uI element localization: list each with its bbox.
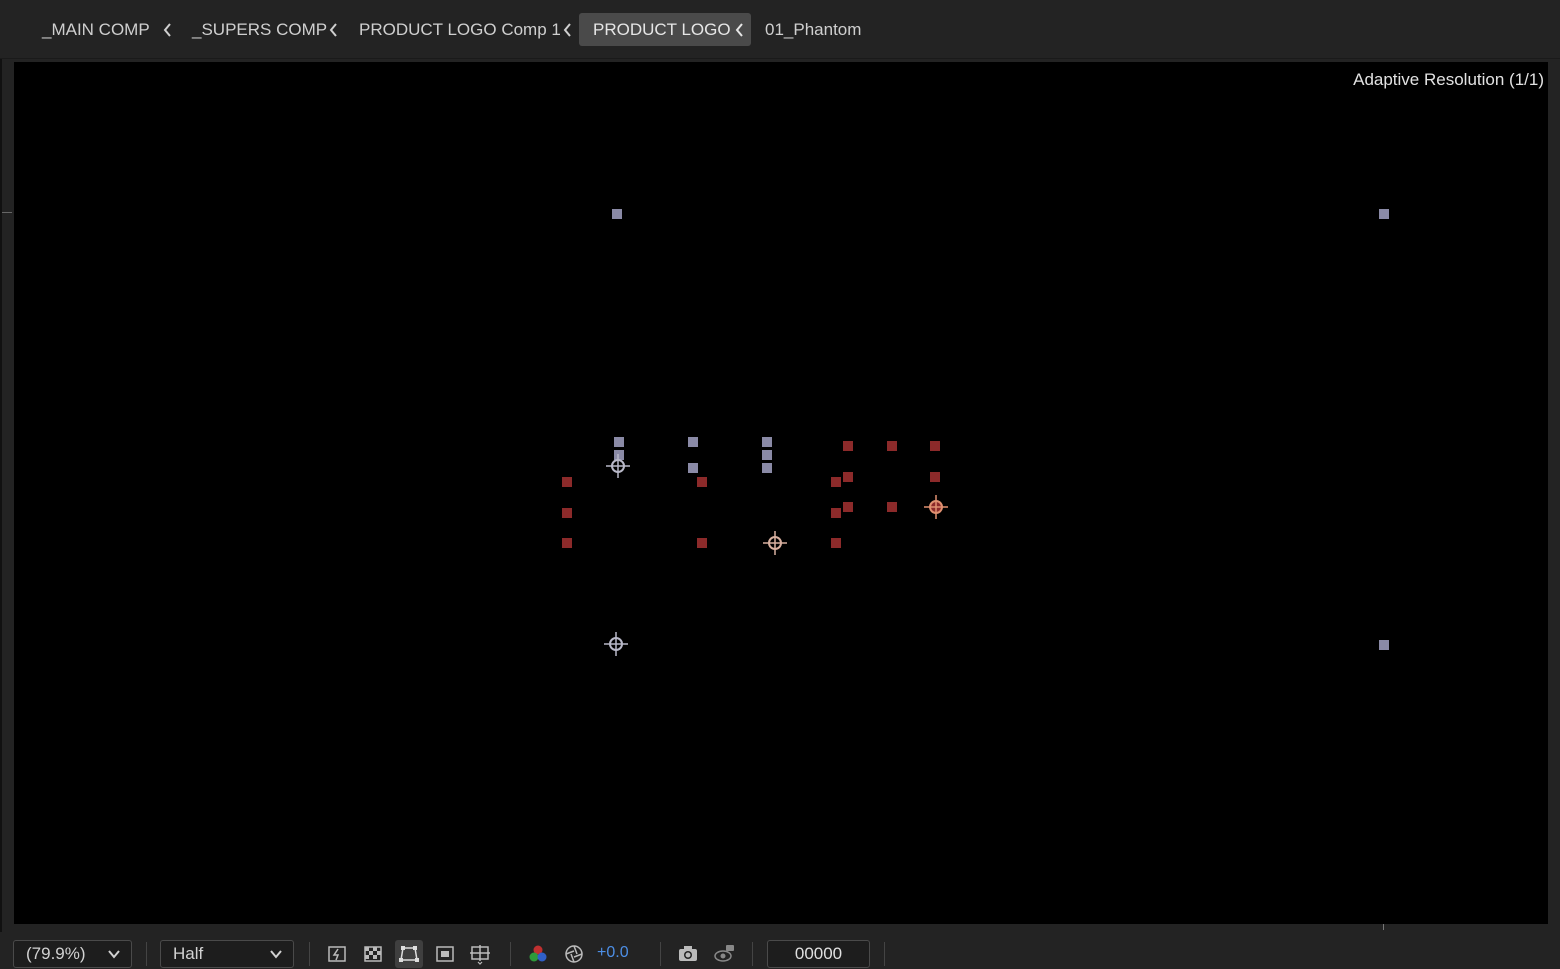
layer-handle[interactable]	[562, 508, 572, 518]
layer-handle[interactable]	[614, 437, 624, 447]
ruler-marker	[2, 212, 12, 213]
color-channels-icon[interactable]	[524, 940, 552, 968]
chevron-down-icon	[270, 950, 282, 959]
current-time-display[interactable]: 00000	[767, 940, 870, 968]
layer-handle[interactable]	[697, 538, 707, 548]
layer-handle[interactable]	[762, 450, 772, 460]
chevron-left-icon[interactable]	[730, 13, 750, 46]
layer-handle[interactable]	[831, 538, 841, 548]
panel-left-edge	[0, 0, 2, 969]
guides-icon[interactable]	[466, 940, 494, 968]
divider	[660, 942, 661, 966]
layer-handle[interactable]	[612, 209, 622, 219]
resolution-value: Half	[173, 944, 204, 963]
fast-preview-icon[interactable]	[323, 940, 351, 968]
adaptive-resolution-label: Adaptive Resolution (1/1)	[1353, 70, 1544, 89]
breadcrumb-product-logo[interactable]: PRODUCT LOGO	[579, 13, 751, 46]
layer-handle[interactable]	[843, 441, 853, 451]
anchor-point-icon[interactable]	[603, 631, 629, 657]
anchor-point-icon[interactable]	[762, 530, 788, 556]
color-management-icon[interactable]	[560, 940, 588, 968]
layer-handle[interactable]	[1379, 640, 1389, 650]
layer-handle[interactable]	[831, 477, 841, 487]
layer-handle[interactable]	[843, 502, 853, 512]
layer-handle[interactable]	[697, 477, 707, 487]
chevron-left-icon[interactable]	[324, 13, 344, 46]
layer-handle[interactable]	[762, 463, 772, 473]
magnification-dropdown[interactable]: (79.9%)	[13, 940, 132, 968]
breadcrumb-supers-comp[interactable]: _SUPERS COMP	[184, 13, 335, 46]
anchor-point-icon[interactable]	[605, 453, 631, 479]
chevron-left-icon[interactable]	[558, 13, 578, 46]
layer-handle[interactable]	[688, 463, 698, 473]
show-snapshot-icon[interactable]	[710, 940, 738, 968]
breadcrumb-product-logo-comp-1[interactable]: PRODUCT LOGO Comp 1	[351, 13, 569, 46]
layer-handle[interactable]	[831, 508, 841, 518]
layer-handle[interactable]	[562, 477, 572, 487]
layer-handle[interactable]	[1379, 209, 1389, 219]
chevron-left-icon[interactable]	[158, 13, 178, 46]
ruler-marker	[1383, 924, 1384, 930]
breadcrumb-main-comp[interactable]: _MAIN COMP	[34, 13, 158, 46]
divider	[309, 942, 310, 966]
transparency-grid-icon[interactable]	[359, 940, 387, 968]
composition-breadcrumb: _MAIN COMP _SUPERS COMP PRODUCT LOGO Com…	[0, 0, 1560, 59]
resolution-dropdown[interactable]: Half	[160, 940, 294, 968]
chevron-down-icon	[108, 950, 120, 959]
divider	[752, 942, 753, 966]
snapshot-camera-icon[interactable]	[674, 940, 702, 968]
breadcrumb-product-logo-label: PRODUCT LOGO	[593, 20, 731, 39]
layer-handle[interactable]	[688, 437, 698, 447]
magnification-value: (79.9%)	[26, 944, 86, 963]
divider	[146, 942, 147, 966]
layer-handle[interactable]	[562, 538, 572, 548]
layer-handle[interactable]	[930, 441, 940, 451]
mask-path-icon[interactable]	[395, 940, 423, 968]
layer-handle[interactable]	[843, 472, 853, 482]
viewer-toolbar: (79.9%) Half +0.0 00000	[0, 932, 1560, 969]
breadcrumb-01-phantom[interactable]: 01_Phantom	[757, 13, 869, 46]
composition-viewer[interactable]: Adaptive Resolution (1/1)	[14, 62, 1548, 924]
layer-handle[interactable]	[887, 502, 897, 512]
layer-handle[interactable]	[887, 441, 897, 451]
layer-handle[interactable]	[930, 472, 940, 482]
divider	[510, 942, 511, 966]
region-of-interest-icon[interactable]	[431, 940, 459, 968]
divider	[884, 942, 885, 966]
anchor-point-icon[interactable]	[923, 494, 949, 520]
layer-handle[interactable]	[762, 437, 772, 447]
exposure-value[interactable]: +0.0	[597, 944, 629, 962]
